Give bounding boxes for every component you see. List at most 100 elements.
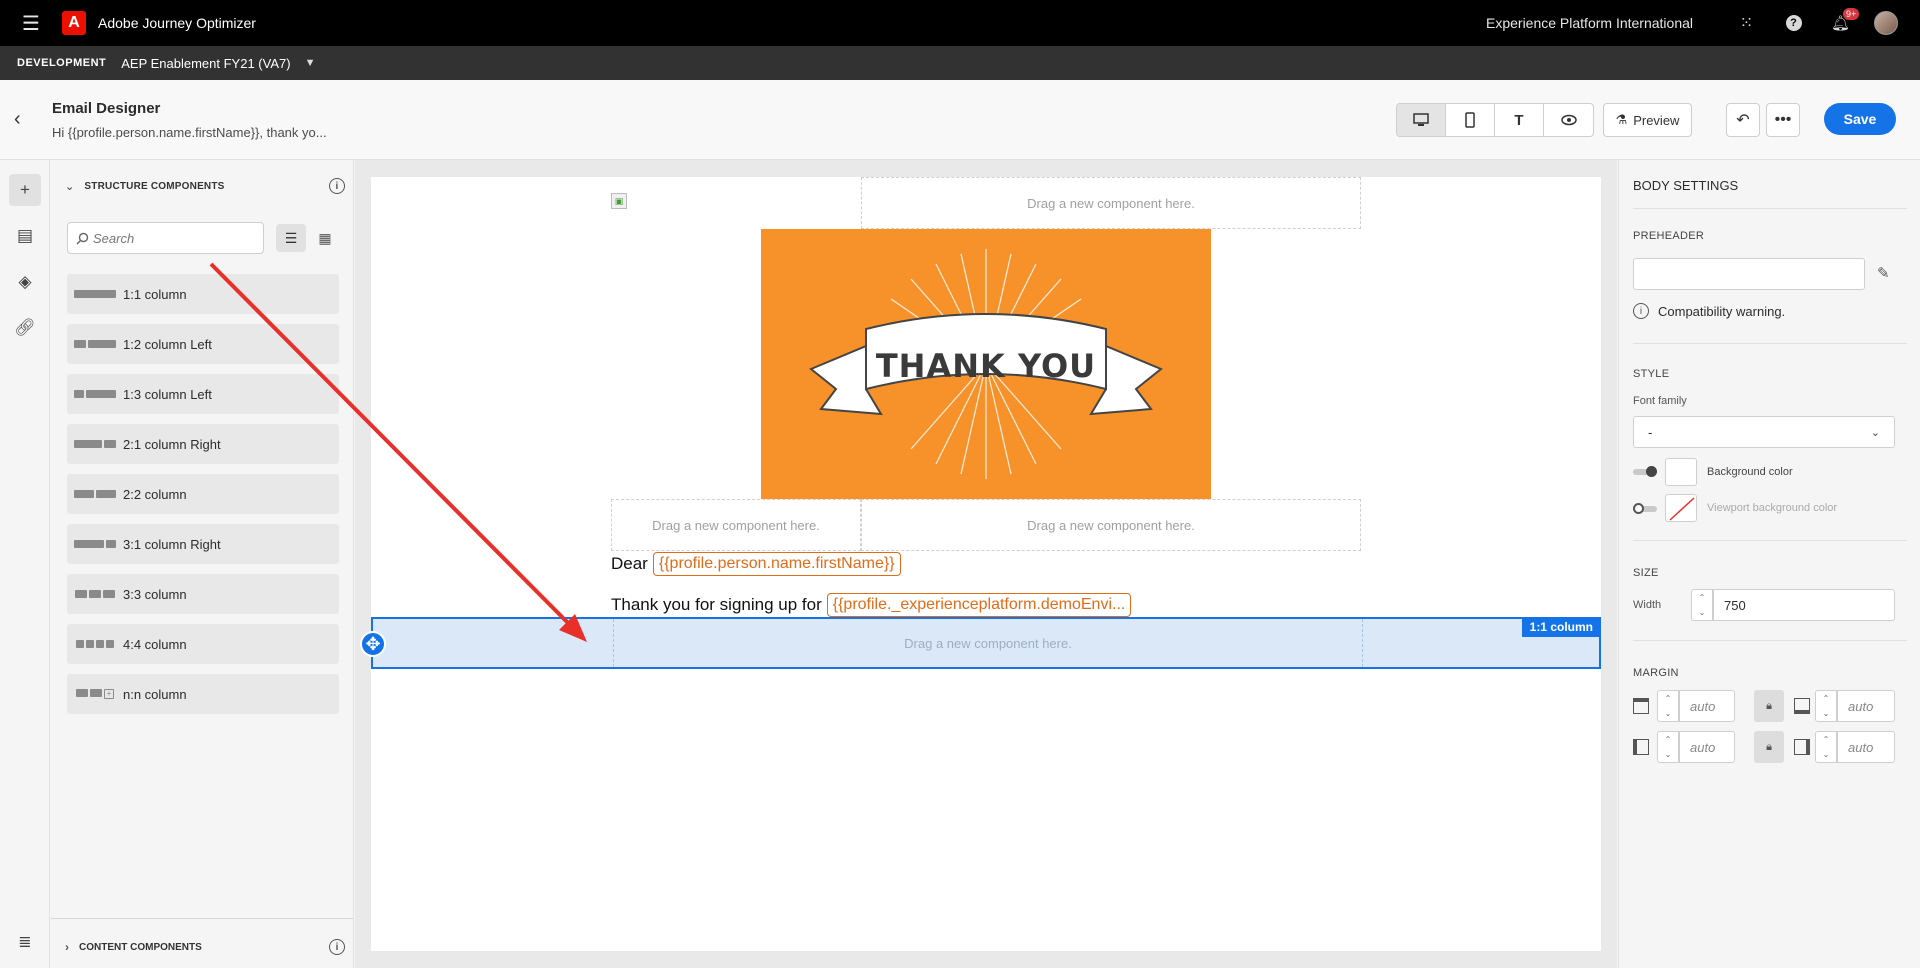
- editor-header: ‹ Email Designer Hi {{profile.person.nam…: [0, 80, 1920, 160]
- broken-image-icon[interactable]: ▣: [611, 193, 627, 209]
- grid-view-icon[interactable]: ▦: [310, 224, 340, 252]
- style-label: STYLE: [1633, 368, 1670, 380]
- signup-line[interactable]: Thank you for signing up for {{profile._…: [611, 593, 1132, 617]
- environment-label: DEVELOPMENT: [17, 57, 107, 69]
- structure-components-header[interactable]: ⌄ STRUCTURE COMPONENTS i: [65, 178, 345, 194]
- sandbox-selector[interactable]: AEP Enablement FY21 (VA7): [121, 56, 290, 71]
- drop-zone[interactable]: Drag a new component here.: [861, 499, 1361, 551]
- app-title: Adobe Journey Optimizer: [98, 15, 256, 31]
- thank-you-image[interactable]: THANK YOU: [761, 229, 1211, 499]
- margin-left-input[interactable]: auto: [1679, 731, 1735, 763]
- signup-text: Thank you for signing up for: [611, 595, 822, 614]
- column-layout-icon: [67, 540, 123, 548]
- fragments-icon[interactable]: ▤: [9, 220, 41, 252]
- row-type-tag: 1:1 column: [1521, 617, 1601, 637]
- mobile-view-icon[interactable]: [1446, 104, 1495, 136]
- component-1-1-column[interactable]: 1:1 column: [67, 274, 339, 314]
- component-label: n:n column: [123, 686, 187, 702]
- dear-line[interactable]: Dear {{profile.person.name.firstName}}: [611, 552, 901, 576]
- margin-right-input[interactable]: auto: [1837, 731, 1895, 763]
- font-family-label: Font family: [1633, 395, 1687, 407]
- links-icon[interactable]: 🔗︎: [9, 312, 41, 344]
- edit-pencil-icon[interactable]: ✎: [1877, 264, 1890, 282]
- component-3-3-column[interactable]: 3:3 column: [67, 574, 339, 614]
- demo-env-token[interactable]: {{profile._experienceplatform.demoEnvi..…: [826, 593, 1132, 617]
- text-view-icon[interactable]: T: [1495, 104, 1544, 136]
- hamburger-menu-icon[interactable]: ☰: [0, 11, 62, 36]
- background-color-swatch[interactable]: [1665, 458, 1697, 486]
- search-icon: [76, 232, 89, 244]
- preview-button[interactable]: ⚗ Preview: [1603, 103, 1692, 137]
- left-rail: + ▤ ◈ 🔗︎ ≣: [0, 160, 50, 968]
- margin-top-stepper[interactable]: ⌃ ⌄: [1657, 690, 1679, 722]
- component-3-1-column-right[interactable]: 3:1 column Right: [67, 524, 339, 564]
- add-components-icon[interactable]: +: [9, 174, 41, 206]
- apps-grid-icon[interactable]: ⁙: [1723, 13, 1770, 33]
- section-title: CONTENT COMPONENTS: [79, 941, 202, 953]
- compatibility-warning: i Compatibility warning.: [1633, 303, 1785, 319]
- width-input[interactable]: 750: [1713, 589, 1895, 621]
- preheader-label: PREHEADER: [1633, 230, 1705, 242]
- column-layout-icon: [67, 340, 123, 348]
- width-stepper[interactable]: ⌃ ⌄: [1691, 589, 1713, 621]
- org-switcher[interactable]: Experience Platform International: [1486, 15, 1693, 31]
- font-family-value: -: [1648, 424, 1653, 440]
- back-arrow-icon[interactable]: ‹: [14, 108, 21, 131]
- layers-icon[interactable]: ◈: [9, 266, 41, 298]
- page-title: Email Designer: [52, 100, 161, 117]
- component-1-2-column-left[interactable]: 1:2 column Left: [67, 324, 339, 364]
- info-icon[interactable]: i: [329, 178, 345, 194]
- size-label: SIZE: [1633, 567, 1659, 579]
- viewport-bg-swatch[interactable]: [1665, 494, 1697, 522]
- background-color-label: Background color: [1707, 466, 1793, 478]
- save-button[interactable]: Save: [1824, 103, 1896, 135]
- margin-left-stepper[interactable]: ⌃ ⌄: [1657, 731, 1679, 763]
- column-layout-icon: [67, 290, 123, 298]
- firstname-token[interactable]: {{profile.person.name.firstName}}: [652, 552, 901, 576]
- more-options-icon[interactable]: •••: [1766, 103, 1800, 137]
- drop-zone[interactable]: Drag a new component here.: [613, 619, 1363, 667]
- compatibility-warning-text: Compatibility warning.: [1658, 303, 1786, 319]
- chevron-down-icon: ⌄: [1870, 426, 1880, 439]
- component-label: 3:1 column Right: [123, 536, 221, 552]
- component-label: 2:1 column Right: [123, 436, 221, 452]
- settings-layers-icon[interactable]: ≣: [9, 926, 41, 958]
- move-handle-icon[interactable]: ✥: [360, 631, 386, 657]
- column-layout-icon: [67, 490, 123, 498]
- margin-bottom-input[interactable]: auto: [1837, 690, 1895, 722]
- selected-structure-row[interactable]: Drag a new component here. 1:1 column ✥: [360, 617, 1601, 669]
- divider: [1633, 640, 1907, 641]
- component-4-4-column[interactable]: 4:4 column: [67, 624, 339, 664]
- component-n-n-column[interactable]: + n:n column: [67, 674, 339, 714]
- component-2-1-column-right[interactable]: 2:1 column Right: [67, 424, 339, 464]
- component-1-3-column-left[interactable]: 1:3 column Left: [67, 374, 339, 414]
- divider: [1633, 540, 1907, 541]
- font-family-select[interactable]: - ⌄: [1633, 416, 1895, 448]
- undo-icon[interactable]: ↶: [1726, 103, 1760, 137]
- preheader-input[interactable]: [1633, 258, 1865, 290]
- component-2-2-column[interactable]: 2:2 column: [67, 474, 339, 514]
- width-label: Width: [1633, 599, 1662, 611]
- help-icon[interactable]: ?: [1770, 15, 1817, 31]
- viewport-bg-toggle[interactable]: [1633, 503, 1657, 514]
- user-avatar[interactable]: [1874, 11, 1898, 35]
- desktop-view-icon[interactable]: [1397, 104, 1446, 136]
- chevron-down-icon[interactable]: ▼: [305, 57, 316, 69]
- canvas-area: ▣ Drag a new component here. THANK YOU D…: [209, 160, 1617, 968]
- margin-top-input[interactable]: auto: [1679, 690, 1735, 722]
- notifications-bell-icon[interactable]: 🔔︎ 9+: [1817, 8, 1864, 32]
- info-icon[interactable]: i: [329, 939, 345, 955]
- drop-zone[interactable]: Drag a new component here.: [611, 499, 861, 551]
- list-view-icon[interactable]: ☰: [276, 224, 306, 252]
- search-input[interactable]: [93, 230, 253, 246]
- lock-icon[interactable]: 🔒︎: [1754, 690, 1784, 722]
- content-components-header[interactable]: › CONTENT COMPONENTS i: [51, 918, 353, 968]
- margin-bottom-stepper[interactable]: ⌃ ⌄: [1815, 690, 1837, 722]
- eye-preview-icon[interactable]: [1544, 104, 1593, 136]
- lock-icon[interactable]: 🔒︎: [1754, 731, 1784, 763]
- components-panel: ⌄ STRUCTURE COMPONENTS i ☰ ▦ 1:1 column …: [51, 160, 354, 968]
- margin-right-stepper[interactable]: ⌃ ⌄: [1815, 731, 1837, 763]
- drop-zone[interactable]: Drag a new component here.: [861, 177, 1361, 229]
- search-field[interactable]: [67, 222, 264, 254]
- background-color-toggle[interactable]: [1633, 466, 1657, 477]
